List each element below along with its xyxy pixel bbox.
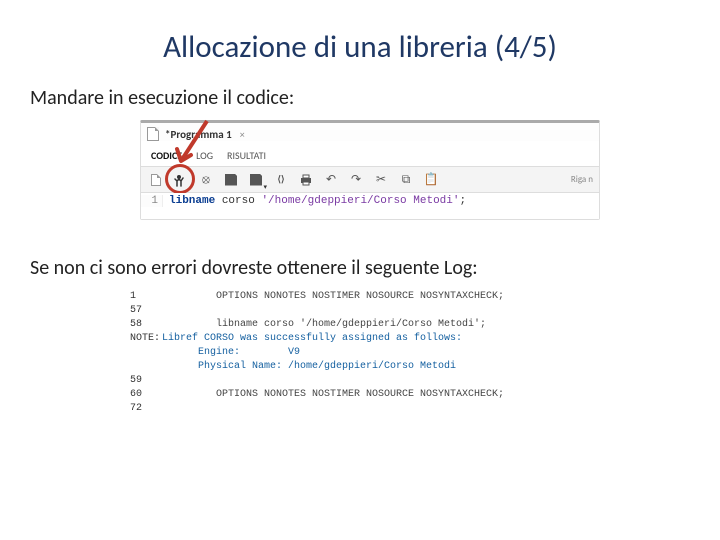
log-note: Physical Name: /home/gdeppieri/Corso Met… [130,360,610,374]
tab-risultati[interactable]: RISULTATI [227,149,266,162]
editor-tab-title[interactable]: *Programma 1 [165,128,232,141]
editor-tab-bar: *Programma 1 × [141,123,599,141]
log-line: 72 [130,402,610,416]
log-line: 1 OPTIONS NONOTES NOSTIMER NOSOURCE NOSY… [130,290,610,304]
tab-log[interactable]: LOG [196,149,213,162]
log-note: NOTE: Libref CORSO was successfully assi… [130,332,610,346]
redo-icon[interactable]: ↷ [347,171,365,189]
close-icon[interactable]: × [240,128,245,141]
editor-panel: *Programma 1 × CODICE LOG RISULTATI ⦻ ▾ [140,120,600,220]
log-line: 58 libname corso '/home/gdeppieri/Corso … [130,318,610,332]
slide-title: Allocazione di una libreria (4/5) [30,28,690,66]
copy-icon[interactable]: ⧉ [397,171,415,189]
print-icon[interactable] [297,171,315,189]
cut-icon[interactable]: ✂ [372,171,390,189]
editor-subtabs: CODICE LOG RISULTATI [141,141,599,167]
save-icon[interactable] [222,171,240,189]
line-indicator: Riga n [571,174,593,185]
new-file-icon[interactable] [147,171,165,189]
line-number: 1 [141,195,163,207]
run-icon[interactable] [172,171,190,189]
file-icon [147,127,159,141]
save-as-icon[interactable]: ▾ [247,171,265,189]
intro-text: Mandare in esecuzione il codice: [30,86,690,110]
log-line: 59 [130,374,610,388]
mid-text: Se non ci sono errori dovreste ottenere … [30,256,690,280]
code-line[interactable]: 1 libname corso '/home/gdeppieri/Corso M… [141,193,599,219]
xml-icon[interactable]: ⟨⟩ [272,171,290,189]
log-output: 1 OPTIONS NONOTES NOSTIMER NOSOURCE NOSY… [130,290,610,416]
log-line: 60 OPTIONS NONOTES NOSTIMER NOSOURCE NOS… [130,388,610,402]
log-note: Engine: V9 [130,346,610,360]
code-text: libname corso '/home/gdeppieri/Corso Met… [163,195,466,207]
editor-toolbar: ⦻ ▾ ⟨⟩ ↶ ↷ ✂ ⧉ 📋 Riga n [141,167,599,193]
stop-icon[interactable]: ⦻ [197,171,215,189]
tab-codice[interactable]: CODICE [151,149,182,162]
paste-icon[interactable]: 📋 [422,171,440,189]
undo-icon[interactable]: ↶ [322,171,340,189]
log-line: 57 [130,304,610,318]
